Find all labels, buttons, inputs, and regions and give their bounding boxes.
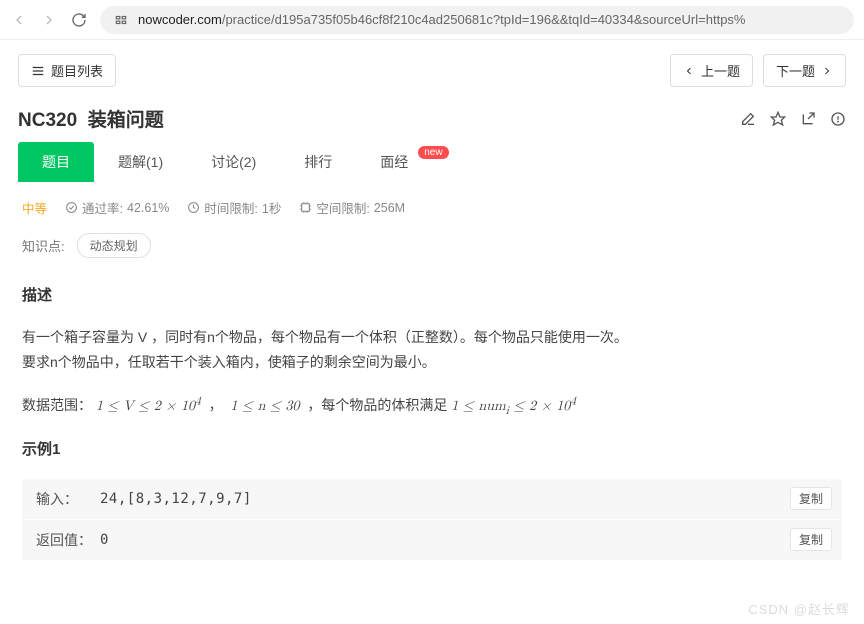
desc-line1: 有一个箱子容量为 V ，同时有n个物品，每个物品有一个体积（正整数）。每个物品只… <box>22 325 842 350</box>
copy-input-button[interactable]: 复制 <box>790 487 832 510</box>
back-icon[interactable] <box>10 11 28 29</box>
return-value: 0 <box>100 532 109 548</box>
knowledge-tag[interactable]: 动态规划 <box>77 233 151 258</box>
browser-toolbar: nowcoder.com/practice/d195a735f05b46cf8f… <box>0 0 864 40</box>
problem-code: NC320 <box>18 110 77 131</box>
time-limit: 时间限制: 1秒 <box>187 198 281 217</box>
page-title: NC320 装箱问题 <box>18 105 164 132</box>
url-bar[interactable]: nowcoder.com/practice/d195a735f05b46cf8f… <box>100 6 854 34</box>
example-heading: 示例1 <box>22 430 842 467</box>
input-label: 输入： <box>36 489 100 509</box>
tab-solutions[interactable]: 题解(1) <box>94 142 187 182</box>
copy-return-button[interactable]: 复制 <box>790 528 832 551</box>
memory-icon <box>299 201 312 214</box>
next-label: 下一题 <box>776 61 815 80</box>
reload-icon[interactable] <box>70 11 88 29</box>
problem-title: 装箱问题 <box>88 110 164 131</box>
problem-list-button[interactable]: 题目列表 <box>18 54 116 87</box>
watermark: CSDN @赵长辉 <box>748 599 850 618</box>
knowledge-row: 知识点: 动态规划 <box>0 221 864 270</box>
chevron-left-icon <box>683 65 695 77</box>
prev-problem-button[interactable]: 上一题 <box>670 54 753 87</box>
share-icon[interactable] <box>800 111 816 127</box>
example-input-row: 输入： 24,[8,3,12,7,9,7] 复制 <box>22 479 842 520</box>
example-return-row: 返回值： 0 复制 <box>22 520 842 561</box>
star-icon[interactable] <box>770 111 786 127</box>
next-problem-button[interactable]: 下一题 <box>763 54 846 87</box>
check-icon <box>65 201 78 214</box>
url-domain: nowcoder.com <box>138 12 222 27</box>
tab-bar: 题目 题解(1) 讨论(2) 排行 面经 new <box>0 142 864 182</box>
example-block: 输入： 24,[8,3,12,7,9,7] 复制 返回值： 0 复制 <box>22 479 842 561</box>
chevron-right-icon <box>821 65 833 77</box>
problem-meta: 中等 通过率: 42.61% 时间限制: 1秒 空间限制: 256M <box>0 182 864 221</box>
info-icon[interactable] <box>830 111 846 127</box>
tab-discuss[interactable]: 讨论(2) <box>187 142 280 182</box>
pass-rate: 通过率: 42.61% <box>65 198 169 217</box>
input-value: 24,[8,3,12,7,9,7] <box>100 491 252 507</box>
tab-rank[interactable]: 排行 <box>280 142 356 182</box>
knowledge-label: 知识点: <box>22 236 65 255</box>
url-path: /practice/d195a735f05b46cf8f210c4ad25068… <box>222 12 746 27</box>
description: 有一个箱子容量为 V ，同时有n个物品，每个物品有一个体积（正整数）。每个物品只… <box>0 319 864 381</box>
desc-line2: 要求n个物品中，任取若干个装入箱内，使箱子的剩余空间为最小。 <box>22 350 842 375</box>
site-settings-icon[interactable] <box>112 11 130 29</box>
forward-icon[interactable] <box>40 11 58 29</box>
data-range: 数据范围： 1 ≤ V ≤ 2 × 104 ， 1 ≤ n ≤ 30 ，每个物品… <box>0 381 864 424</box>
tab-problem[interactable]: 题目 <box>18 142 94 182</box>
space-limit: 空间限制: 256M <box>299 198 405 217</box>
desc-heading: 描述 <box>22 276 842 313</box>
clock-icon <box>187 201 200 214</box>
new-badge: new <box>418 146 448 159</box>
prev-label: 上一题 <box>701 61 740 80</box>
return-label: 返回值： <box>36 530 100 550</box>
problem-list-label: 题目列表 <box>51 61 103 80</box>
difficulty-label: 中等 <box>22 198 47 217</box>
hamburger-icon <box>31 64 45 78</box>
edit-icon[interactable] <box>740 111 756 127</box>
